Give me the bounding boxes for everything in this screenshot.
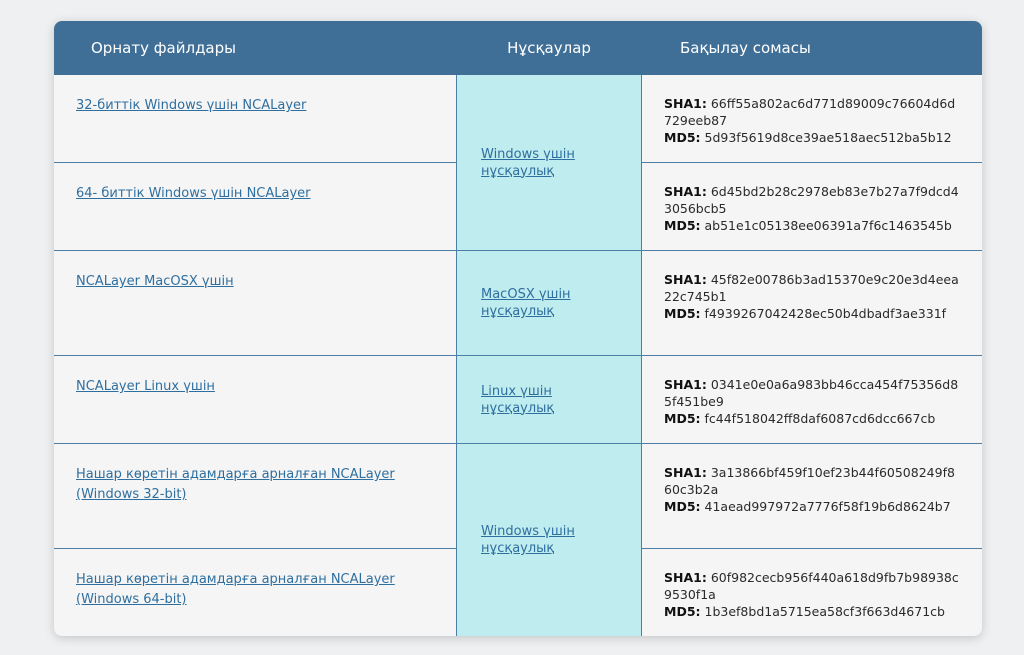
download-link-linux[interactable]: NCALayer Linux үшін	[76, 379, 215, 394]
sha1-line: SHA1: 66ff55a802ac6d771d89009c76604d6d72…	[664, 95, 960, 129]
guide-link-linux[interactable]: Linux үшін нұсқаулық	[481, 383, 619, 417]
guide-cell: Linux үшін нұсқаулық	[457, 356, 641, 444]
sha1-value: 45f82e00786b3ad15370e9c20e3d4eea22c745b1	[664, 272, 959, 304]
md5-value: 41aead997972a7776f58f19b6d8624b7	[704, 499, 951, 514]
sha1-line: SHA1: 45f82e00786b3ad15370e9c20e3d4eea22…	[664, 271, 960, 305]
md5-value: 5d93f5619d8ce39ae518aec512ba5b12	[704, 130, 952, 145]
md5-label: MD5:	[664, 604, 701, 619]
guide-link-macos[interactable]: MacOSX үшін нұсқаулық	[481, 286, 619, 320]
md5-value: 1b3ef8bd1a5715ea58cf3f663d4671cb	[704, 604, 945, 619]
md5-line: MD5: fc44f518042ff8daf6087cd6dcc667cb	[664, 410, 960, 427]
file-cell: Нашар көретін адамдарға арналған NCALaye…	[54, 444, 457, 549]
sha1-line: SHA1: 60f982cecb956f440a618d9fb7b98938c9…	[664, 569, 960, 603]
checksum-cell: SHA1: 66ff55a802ac6d771d89009c76604d6d72…	[641, 75, 982, 163]
sha1-line: SHA1: 3a13866bf459f10ef23b44f60508249f86…	[664, 464, 960, 498]
sha1-value: 60f982cecb956f440a618d9fb7b98938c9530f1a	[664, 570, 959, 602]
download-link-macos[interactable]: NCALayer MacOSX үшін	[76, 274, 234, 289]
file-cell: 32-биттік Windows үшін NCALayer	[54, 75, 457, 163]
sha1-label: SHA1:	[664, 96, 707, 111]
guide-link-windows[interactable]: Windows үшін нұсқаулық	[481, 146, 619, 180]
md5-value: f4939267042428ec50b4dbadf3ae331f	[704, 306, 947, 321]
guide-cell: MacOSX үшін нұсқаулық	[457, 251, 641, 356]
download-link-win64[interactable]: 64- биттік Windows үшін NCALayer	[76, 186, 311, 201]
checksum-cell: SHA1: 60f982cecb956f440a618d9fb7b98938c9…	[641, 549, 982, 636]
sha1-value: 6d45bd2b28c2978eb83e7b27a7f9dcd43056bcb5	[664, 184, 959, 216]
md5-line: MD5: 5d93f5619d8ce39ae518aec512ba5b12	[664, 129, 960, 146]
md5-value: fc44f518042ff8daf6087cd6dcc667cb	[704, 411, 936, 426]
checksum-cell: SHA1: 0341e0e0a6a983bb46cca454f75356d85f…	[641, 356, 982, 444]
header-guides: Нұсқаулар	[457, 21, 641, 75]
md5-label: MD5:	[664, 306, 701, 321]
guide-link-windows-lowvision[interactable]: Windows үшін нұсқаулық	[481, 523, 619, 557]
md5-label: MD5:	[664, 218, 701, 233]
sha1-line: SHA1: 0341e0e0a6a983bb46cca454f75356d85f…	[664, 376, 960, 410]
sha1-label: SHA1:	[664, 465, 707, 480]
md5-value: ab51e1c05138ee06391a7f6c1463545b	[704, 218, 952, 233]
checksum-cell: SHA1: 45f82e00786b3ad15370e9c20e3d4eea22…	[641, 251, 982, 356]
md5-line: MD5: 1b3ef8bd1a5715ea58cf3f663d4671cb	[664, 603, 960, 620]
sha1-value: 0341e0e0a6a983bb46cca454f75356d85f451be9	[664, 377, 959, 409]
downloads-table: Орнату файлдары Нұсқаулар Бақылау сомасы…	[54, 21, 982, 636]
file-cell: 64- биттік Windows үшін NCALayer	[54, 163, 457, 251]
sha1-label: SHA1:	[664, 377, 707, 392]
md5-label: MD5:	[664, 130, 701, 145]
sha1-label: SHA1:	[664, 184, 707, 199]
download-link-lowvision-win32[interactable]: Нашар көретін адамдарға арналған NCALaye…	[76, 467, 395, 502]
md5-line: MD5: ab51e1c05138ee06391a7f6c1463545b	[664, 217, 960, 234]
sha1-line: SHA1: 6d45bd2b28c2978eb83e7b27a7f9dcd430…	[664, 183, 960, 217]
file-cell: Нашар көретін адамдарға арналған NCALaye…	[54, 549, 457, 636]
md5-label: MD5:	[664, 499, 701, 514]
md5-label: MD5:	[664, 411, 701, 426]
downloads-table-card: Орнату файлдары Нұсқаулар Бақылау сомасы…	[54, 21, 982, 636]
md5-line: MD5: 41aead997972a7776f58f19b6d8624b7	[664, 498, 960, 515]
file-cell: NCALayer MacOSX үшін	[54, 251, 457, 356]
download-link-lowvision-win64[interactable]: Нашар көретін адамдарға арналған NCALaye…	[76, 572, 395, 607]
sha1-value: 3a13866bf459f10ef23b44f60508249f860c3b2a	[664, 465, 955, 497]
guide-cell: Windows үшін нұсқаулық	[457, 75, 641, 251]
sha1-label: SHA1:	[664, 272, 707, 287]
download-link-win32[interactable]: 32-биттік Windows үшін NCALayer	[76, 98, 306, 113]
header-files: Орнату файлдары	[54, 21, 457, 75]
md5-line: MD5: f4939267042428ec50b4dbadf3ae331f	[664, 305, 960, 322]
checksum-cell: SHA1: 3a13866bf459f10ef23b44f60508249f86…	[641, 444, 982, 549]
guide-cell: Windows үшін нұсқаулық	[457, 444, 641, 636]
sha1-value: 66ff55a802ac6d771d89009c76604d6d729eeb87	[664, 96, 956, 128]
file-cell: NCALayer Linux үшін	[54, 356, 457, 444]
checksum-cell: SHA1: 6d45bd2b28c2978eb83e7b27a7f9dcd430…	[641, 163, 982, 251]
sha1-label: SHA1:	[664, 570, 707, 585]
header-checksum: Бақылау сомасы	[641, 21, 982, 75]
